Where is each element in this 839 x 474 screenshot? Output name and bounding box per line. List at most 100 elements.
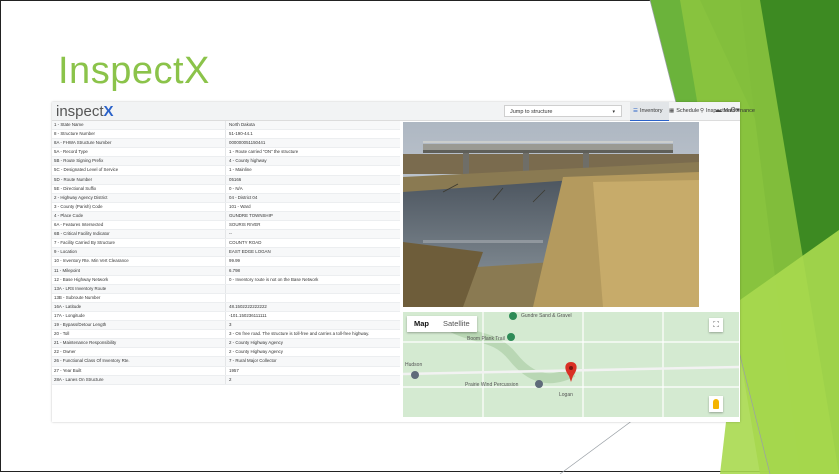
- gear-icon[interactable]: ⚙▾: [730, 106, 740, 114]
- table-row: 20 - Toll 3 - On free road. The structure…: [52, 330, 400, 340]
- field-label: 13B - Subroute Number: [52, 293, 226, 302]
- table-row: 17A - Longitude -101.150236111111: [52, 311, 400, 322]
- field-value: [226, 294, 400, 302]
- table-row: 22 - Owner 2 - County Highway Agency: [52, 348, 400, 358]
- field-label: 8A - FHWA Structure Number: [52, 139, 226, 148]
- table-row: 9 - Location EAST EDGE LOGAN: [52, 248, 400, 258]
- field-label: 11 - Milepoint: [52, 266, 226, 275]
- table-row: 26 - Functional Class Of Inventory Rte. 7…: [52, 357, 400, 367]
- calendar-icon: ▦: [669, 108, 675, 114]
- field-label: 6A - Features Intersected: [52, 221, 226, 230]
- app-window: inspectX Jump to structure ▾ ☰ Inventory ▦…: [52, 102, 740, 422]
- field-label: 6B - Critical Facility Indicator: [52, 230, 226, 239]
- table-row: 5A - Record Type 1 - Route carried "ON" t…: [52, 148, 400, 158]
- location-map[interactable]: Gundre Sand & Gravel Boom Plank Trail Pr…: [403, 312, 739, 417]
- field-value: COUNTY ROAD: [229, 240, 262, 246]
- field-label: 1 - State Name: [52, 121, 226, 130]
- nav-inventory-label: Inventory: [639, 108, 663, 114]
- list-icon: ☰: [633, 108, 638, 114]
- field-value: SOURIS RIVER: [229, 222, 261, 228]
- field-label: 13A - LRS Inventory Route: [52, 284, 226, 293]
- field-label: 26 - Functional Class Of Inventory Rte.: [52, 357, 226, 366]
- field-label: 17A - Longitude: [52, 311, 226, 321]
- field-label: 20 - Toll: [52, 330, 226, 339]
- field-value: 04 - District 04: [229, 194, 258, 200]
- table-row: 5C - Designated Level of Service 1 - Main…: [52, 166, 400, 176]
- chevron-down-icon: ▾: [612, 109, 615, 115]
- search-icon: ⚲: [700, 108, 705, 114]
- field-value: 1 - Route carried "ON" the structure: [229, 149, 299, 155]
- inventory-table: 1 - State Name North Dakota 8 - Structure …: [52, 121, 400, 385]
- field-value: 101 - Ward: [229, 203, 251, 209]
- table-row: 13A - LRS Inventory Route: [52, 284, 400, 294]
- map-tab-map[interactable]: Map: [407, 316, 436, 332]
- map-tab-satellite[interactable]: Satellite: [436, 316, 477, 332]
- field-value: 6.798: [229, 267, 240, 273]
- table-row: 6B - Critical Facility Indicator --: [52, 230, 400, 240]
- field-value: 2 - County Highway Agency: [229, 340, 283, 346]
- field-value: 7 - Rural Major Collector: [229, 358, 277, 364]
- field-value: -101.150236111111: [229, 312, 267, 318]
- table-row: 1 - State Name North Dakota: [52, 121, 400, 131]
- field-label: 5E - Directional Suffix: [52, 184, 226, 193]
- map-place-label: Prairie Wind Percussion: [465, 382, 519, 388]
- field-value: 1957: [229, 367, 239, 373]
- field-value: 51-190-44.1: [229, 131, 253, 137]
- table-row: 21 - Maintenance Responsibility 2 - Count…: [52, 339, 400, 349]
- table-row: 8 - Structure Number 51-190-44.1: [52, 130, 400, 140]
- field-value: EAST EDGE LOGAN: [229, 249, 271, 255]
- nav-inventory[interactable]: ☰ Inventory: [630, 102, 669, 121]
- table-row: 8A - FHWA Structure Number 00000005115044…: [52, 139, 400, 149]
- field-value: --: [229, 231, 232, 237]
- table-row: 19 - Bypass/Detour Length 3: [52, 321, 400, 331]
- field-value: 2 - County Highway Agency: [229, 349, 283, 355]
- field-label: 5C - Designated Level of Service: [52, 166, 226, 175]
- field-value: 0 - N/A: [229, 185, 243, 191]
- field-label: 2 - Highway Agency District: [52, 193, 226, 202]
- table-row: 5B - Route Signing Prefix 4 - County high…: [52, 157, 400, 167]
- field-value: 3 - On free road. The structure is toll-…: [229, 331, 370, 337]
- field-label: 10 - Inventory Rte. Min Vert Clearance: [52, 257, 226, 266]
- table-row: 2 - Highway Agency District 04 - District…: [52, 193, 400, 203]
- map-place-label: Boom Plank Trail: [467, 336, 505, 342]
- field-label: 16A - Latitude: [52, 302, 226, 311]
- table-row: 4 - Place Code GUNDRE TOWNSHIP: [52, 211, 400, 222]
- map-place-label: Hudson: [405, 362, 423, 368]
- field-label: 12 - Base Highway Network: [52, 275, 226, 284]
- pegman-figure: [713, 399, 719, 409]
- table-row: 3 - County (Parish) Code 101 - Ward: [52, 202, 400, 212]
- slide-title: InspectX: [58, 50, 210, 92]
- field-label: 7 - Facility Carried By Structure: [52, 239, 226, 248]
- field-value: 4 - County highway: [229, 158, 267, 164]
- jump-to-structure-select[interactable]: Jump to structure ▾: [504, 105, 622, 117]
- field-value: 05166: [229, 176, 242, 182]
- table-row: 27 - Year Built 1957: [52, 366, 400, 376]
- field-value: 0 - Inventory route is not on the Base N…: [229, 276, 319, 282]
- nav-schedule-label: Schedule: [676, 108, 700, 114]
- field-value: 99.99: [229, 258, 240, 264]
- table-row: 5E - Directional Suffix 0 - N/A: [52, 184, 400, 194]
- field-label: 8 - Structure Number: [52, 130, 226, 139]
- field-label: 3 - County (Parish) Code: [52, 202, 226, 211]
- field-label: 4 - Place Code: [52, 211, 226, 221]
- field-label: 5D - Route Number: [52, 175, 226, 184]
- table-row: 28A - Lanes On Structure 2: [52, 375, 400, 385]
- table-row: 13B - Subroute Number: [52, 293, 400, 303]
- street-view-pegman-icon[interactable]: [709, 396, 723, 412]
- bridge-photo: [403, 122, 699, 307]
- logo-text: inspect: [56, 103, 104, 120]
- table-row: 6A - Features Intersected SOURIS RIVER: [52, 221, 400, 231]
- fullscreen-icon[interactable]: ⛶: [709, 318, 723, 332]
- table-row: 11 - Milepoint 6.798: [52, 266, 400, 276]
- field-label: 9 - Location: [52, 248, 226, 257]
- nav-schedule[interactable]: ▦ Schedule: [669, 102, 703, 120]
- truck-icon: ▬: [716, 108, 722, 114]
- map-place-label: Logan: [559, 392, 573, 398]
- field-value: 48.1502222222222: [229, 303, 267, 309]
- field-label: 19 - Bypass/Detour Length: [52, 321, 226, 330]
- field-value: 000000051150441: [229, 140, 266, 146]
- jump-label: Jump to structure: [510, 109, 553, 115]
- field-label: 5A - Record Type: [52, 148, 226, 157]
- field-label: 22 - Owner: [52, 348, 226, 357]
- app-logo[interactable]: inspectX: [56, 103, 114, 120]
